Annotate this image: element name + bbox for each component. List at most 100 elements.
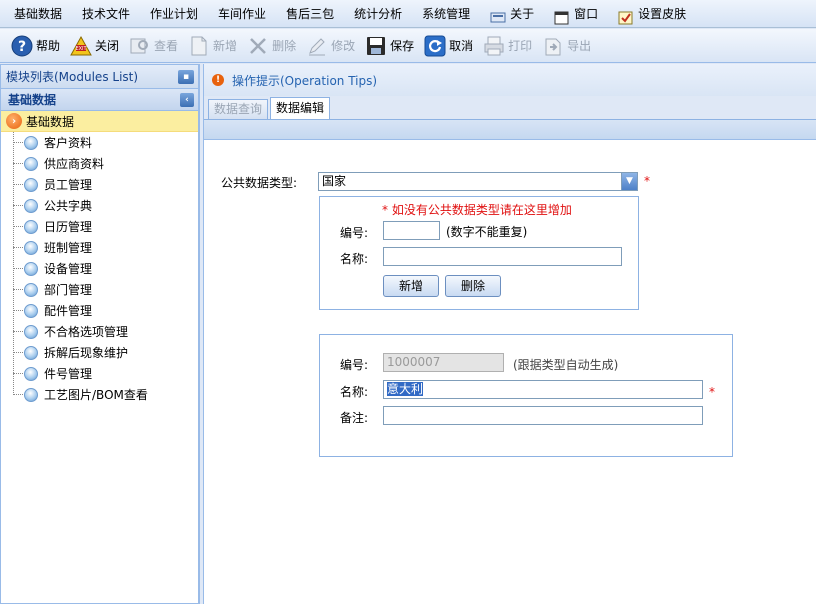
module-tree: › 基础数据 客户资料 供应商资料 员工管理 公共字典 日历管理 班制管理 设备…	[1, 111, 198, 405]
tree-item-label: 件号管理	[44, 367, 93, 381]
menu-system[interactable]: 系统管理	[412, 0, 480, 28]
record-name-label: 名称:	[340, 385, 369, 399]
tab-data-query[interactable]: 数据查询	[208, 99, 269, 119]
tree-item-label: 不合格选项管理	[44, 325, 129, 339]
new-label: 新增	[213, 39, 238, 53]
menu-work-plan[interactable]: 作业计划	[140, 0, 208, 28]
required-mark: *	[644, 174, 650, 188]
toolbar: ? 帮助 EXIT 关闭 查看 新增 删除 修改 保存 取消 打印 导出	[0, 29, 816, 63]
menu-window[interactable]: 窗口	[544, 0, 608, 28]
menu-basic-data[interactable]: 基础数据	[4, 0, 72, 28]
delete-button[interactable]: 删除	[242, 32, 301, 60]
menu-skin-label: 设置皮肤	[638, 6, 687, 21]
delete-type-button[interactable]: 删除	[445, 275, 501, 297]
tree-item-label: 员工管理	[44, 178, 93, 192]
window-icon	[554, 7, 570, 24]
tree-item-employees[interactable]: 员工管理	[1, 174, 198, 195]
save-label: 保存	[390, 39, 415, 53]
code-input[interactable]	[383, 221, 440, 240]
name-input[interactable]	[383, 247, 622, 266]
tree-item-disassembly[interactable]: 拆解后现象维护	[1, 342, 198, 363]
cancel-label: 取消	[449, 39, 474, 53]
pin-icon[interactable]: ▪	[178, 69, 194, 84]
menu-skin[interactable]: 设置皮肤	[608, 0, 696, 28]
skin-icon	[618, 7, 634, 24]
name-label: 名称:	[340, 252, 369, 266]
tree-item-equipment[interactable]: 设备管理	[1, 258, 198, 279]
about-icon	[490, 7, 506, 22]
record-name-input[interactable]: 意大利	[383, 380, 703, 399]
menu-about[interactable]: 关于	[480, 0, 544, 28]
menu-about-label: 关于	[510, 6, 535, 21]
node-icon	[24, 366, 38, 381]
type-select-value: 国家	[322, 174, 347, 188]
type-select[interactable]: 国家 ▼	[318, 172, 638, 191]
print-label: 打印	[508, 39, 533, 53]
node-icon	[24, 240, 38, 255]
edit-button[interactable]: 修改	[301, 32, 360, 60]
node-icon	[24, 387, 38, 402]
tree-item-part-numbers[interactable]: 件号管理	[1, 363, 198, 384]
tree-item-bom[interactable]: 工艺图片/BOM查看	[1, 384, 198, 405]
tree-item-parts[interactable]: 配件管理	[1, 300, 198, 321]
delete-label: 删除	[272, 39, 297, 53]
node-icon	[24, 135, 38, 150]
tips-label: 操作提示(Operation Tips)	[232, 73, 378, 88]
node-icon	[24, 282, 38, 297]
node-icon	[24, 219, 38, 234]
add-type-button[interactable]: 新增	[383, 275, 439, 297]
exit-icon: EXIT	[70, 35, 92, 57]
tree-item-customers[interactable]: 客户资料	[1, 132, 198, 153]
tree-root[interactable]: › 基础数据	[1, 111, 198, 132]
tree-item-label: 部门管理	[44, 283, 93, 297]
help-label: 帮助	[36, 39, 61, 53]
svg-text:EXIT: EXIT	[75, 46, 87, 52]
cancel-button[interactable]: 取消	[419, 32, 478, 60]
menu-statistics[interactable]: 统计分析	[344, 0, 412, 28]
tree-item-suppliers[interactable]: 供应商资料	[1, 153, 198, 174]
record-name-required-mark: *	[709, 385, 715, 399]
help-icon: ?	[11, 35, 33, 57]
tree-item-calendar[interactable]: 日历管理	[1, 216, 198, 237]
tree-item-label: 拆解后现象维护	[44, 346, 129, 360]
tree-item-dictionary[interactable]: 公共字典	[1, 195, 198, 216]
menu-workshop[interactable]: 车间作业	[208, 0, 276, 28]
export-icon	[542, 35, 564, 57]
code-label: 编号:	[340, 226, 369, 240]
menu-tech-files[interactable]: 技术文件	[72, 0, 140, 28]
new-button[interactable]: 新增	[183, 32, 242, 60]
tree-item-defect-options[interactable]: 不合格选项管理	[1, 321, 198, 342]
warning-icon: !	[212, 74, 224, 86]
tree-item-label: 工艺图片/BOM查看	[44, 388, 148, 402]
section-header[interactable]: 基础数据 ‹	[1, 89, 198, 111]
node-icon	[24, 177, 38, 192]
menu-after-sales[interactable]: 售后三包	[276, 0, 344, 28]
close-button[interactable]: EXIT 关闭	[65, 32, 124, 60]
collapse-icon[interactable]: ‹	[180, 92, 194, 107]
refresh-icon	[424, 35, 446, 57]
tree-item-shifts[interactable]: 班制管理	[1, 237, 198, 258]
tree-item-label: 日历管理	[44, 220, 93, 234]
record-code-label: 编号:	[340, 358, 369, 372]
view-icon	[129, 35, 151, 57]
content-panel: ! 操作提示(Operation Tips) 数据查询 数据编辑 公共数据类型:…	[203, 64, 816, 604]
export-button[interactable]: 导出	[537, 32, 596, 60]
new-document-icon	[188, 35, 210, 57]
save-button[interactable]: 保存	[360, 32, 419, 60]
printer-icon	[483, 35, 505, 57]
view-button[interactable]: 查看	[124, 32, 183, 60]
tree-item-label: 客户资料	[44, 136, 93, 150]
node-icon	[24, 156, 38, 171]
chevron-right-icon: ›	[6, 113, 22, 129]
modules-panel-title: 模块列表(Modules List)	[6, 70, 139, 84]
tree-item-label: 配件管理	[44, 304, 93, 318]
remark-input[interactable]	[383, 406, 703, 425]
node-icon	[24, 261, 38, 276]
tree-item-departments[interactable]: 部门管理	[1, 279, 198, 300]
tab-data-edit[interactable]: 数据编辑	[270, 97, 331, 119]
print-button[interactable]: 打印	[478, 32, 537, 60]
help-button[interactable]: ? 帮助	[6, 32, 65, 60]
export-label: 导出	[567, 39, 592, 53]
chevron-down-icon[interactable]: ▼	[621, 173, 637, 190]
node-icon	[24, 198, 38, 213]
